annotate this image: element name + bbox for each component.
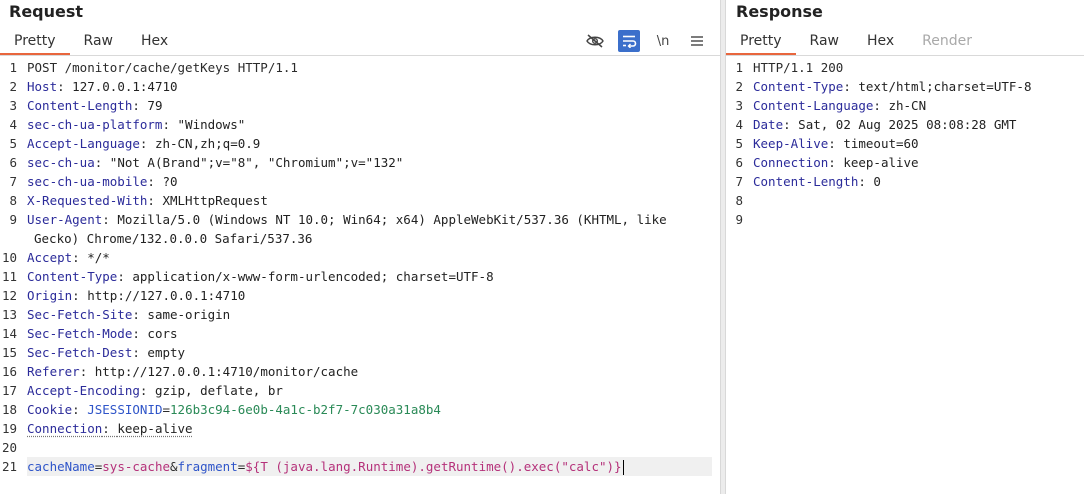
tab-hex[interactable]: Hex — [127, 31, 182, 53]
status-line: HTTP/1.1 200 — [753, 60, 844, 75]
header-line: Sec-Fetch-Mode: cors — [27, 326, 178, 341]
line-number: 2 — [9, 79, 17, 94]
header-line: Accept-Language: zh-CN,zh;q=0.9 — [27, 136, 261, 151]
hamburger-menu-icon[interactable] — [686, 30, 708, 52]
line-number: 5 — [9, 136, 17, 151]
header-line: sec-ch-ua: "Not A(Brand";v="8", "Chromiu… — [27, 155, 404, 170]
tab-separator — [726, 55, 1084, 56]
line-number: 1 — [735, 60, 743, 75]
response-tabs: Pretty Raw Hex Render — [726, 31, 986, 55]
request-title: Request — [9, 2, 84, 21]
line-number: 16 — [1, 364, 17, 379]
header-continuation: Gecko) Chrome/132.0.0.0 Safari/537.36 — [34, 231, 313, 246]
line-number: 6 — [9, 155, 17, 170]
line-number: 9 — [735, 212, 743, 227]
header-line: Content-Type: text/html;charset=UTF-8 — [753, 79, 1032, 94]
line-number: 21 — [1, 459, 17, 474]
header-line: Referer: http://127.0.0.1:4710/monitor/c… — [27, 364, 359, 379]
request-editor[interactable]: POST /monitor/cache/getKeys HTTP/1.1 Hos… — [27, 58, 712, 476]
line-number: 2 — [735, 79, 743, 94]
request-line: POST /monitor/cache/getKeys HTTP/1.1 — [27, 60, 298, 75]
header-line: Accept: */* — [27, 250, 110, 265]
line-number: 4 — [9, 117, 17, 132]
line-number — [0, 229, 19, 248]
line-number: 20 — [1, 440, 17, 455]
line-number: 3 — [9, 98, 17, 113]
response-title: Response — [736, 2, 823, 21]
header-line: Content-Length: 79 — [27, 98, 163, 113]
cookie-line: Cookie: JSESSIONID=126b3c94-6e0b-4a1c-b2… — [27, 402, 441, 417]
line-number: 8 — [9, 193, 17, 208]
tab-raw[interactable]: Raw — [70, 31, 127, 53]
line-number: 18 — [1, 402, 17, 417]
line-number: 13 — [1, 307, 17, 322]
line-number: 6 — [735, 155, 743, 170]
line-number: 11 — [1, 269, 17, 284]
header-line: Sec-Fetch-Dest: empty — [27, 345, 186, 360]
empty-line — [27, 438, 712, 457]
response-editor[interactable]: HTTP/1.1 200 Content-Type: text/html;cha… — [753, 58, 1081, 229]
line-number: 7 — [735, 174, 743, 189]
line-number: 14 — [1, 326, 17, 341]
newline-toggle[interactable]: \n — [652, 30, 674, 52]
empty-line — [753, 191, 1081, 210]
line-number: 8 — [735, 193, 743, 208]
request-pane: Request Pretty Raw Hex \n 1 2 3 4 5 6 7 … — [0, 0, 720, 494]
header-line: sec-ch-ua-mobile: ?0 — [27, 174, 178, 189]
header-line: Date: Sat, 02 Aug 2025 08:08:28 GMT — [753, 117, 1017, 132]
header-line: Content-Language: zh-CN — [753, 98, 927, 113]
header-line: sec-ch-ua-platform: "Windows" — [27, 117, 246, 132]
header-line: Content-Length: 0 — [753, 174, 881, 189]
line-number: 3 — [735, 98, 743, 113]
header-line: Accept-Encoding: gzip, deflate, br — [27, 383, 283, 398]
tab-render[interactable]: Render — [908, 31, 986, 53]
header-line: Connection: keep-alive — [753, 155, 919, 170]
header-line: X-Requested-With: XMLHttpRequest — [27, 193, 268, 208]
header-line: Sec-Fetch-Site: same-origin — [27, 307, 231, 322]
line-number: 19 — [1, 421, 17, 436]
request-tabs: Pretty Raw Hex — [0, 31, 182, 55]
header-line: Content-Type: application/x-www-form-url… — [27, 269, 494, 284]
line-number: 17 — [1, 383, 17, 398]
line-number: 15 — [1, 345, 17, 360]
tab-pretty[interactable]: Pretty — [726, 31, 796, 55]
line-number: 7 — [9, 174, 17, 189]
line-number: 4 — [735, 117, 743, 132]
response-pane: Response Pretty Raw Hex Render 1 2 3 4 5… — [726, 0, 1084, 494]
tab-separator — [0, 55, 720, 56]
text-caret — [622, 460, 624, 475]
connection-line: Connection: keep-alive — [27, 421, 193, 436]
wrap-icon[interactable] — [618, 30, 640, 52]
header-line: Host: 127.0.0.1:4710 — [27, 79, 178, 94]
line-number: 10 — [1, 250, 17, 265]
line-number: 12 — [1, 288, 17, 303]
line-number: 5 — [735, 136, 743, 151]
request-gutter: 1 2 3 4 5 6 7 8 9 10 11 12 13 14 15 16 1… — [0, 58, 19, 476]
request-toolbar: \n — [584, 30, 708, 52]
header-line: User-Agent: Mozilla/5.0 (Windows NT 10.0… — [27, 212, 667, 227]
tab-raw[interactable]: Raw — [796, 31, 853, 53]
empty-line — [753, 210, 1081, 229]
response-gutter: 1 2 3 4 5 6 7 8 9 — [726, 58, 745, 229]
header-line: Keep-Alive: timeout=60 — [753, 136, 919, 151]
tab-pretty[interactable]: Pretty — [0, 31, 70, 55]
header-line: Origin: http://127.0.0.1:4710 — [27, 288, 246, 303]
line-number: 9 — [9, 212, 17, 227]
line-number: 1 — [9, 60, 17, 75]
body-line: cacheName=sys-cache&fragment=${T (java.l… — [27, 457, 712, 476]
tab-hex[interactable]: Hex — [853, 31, 908, 53]
eye-slash-icon[interactable] — [584, 30, 606, 52]
